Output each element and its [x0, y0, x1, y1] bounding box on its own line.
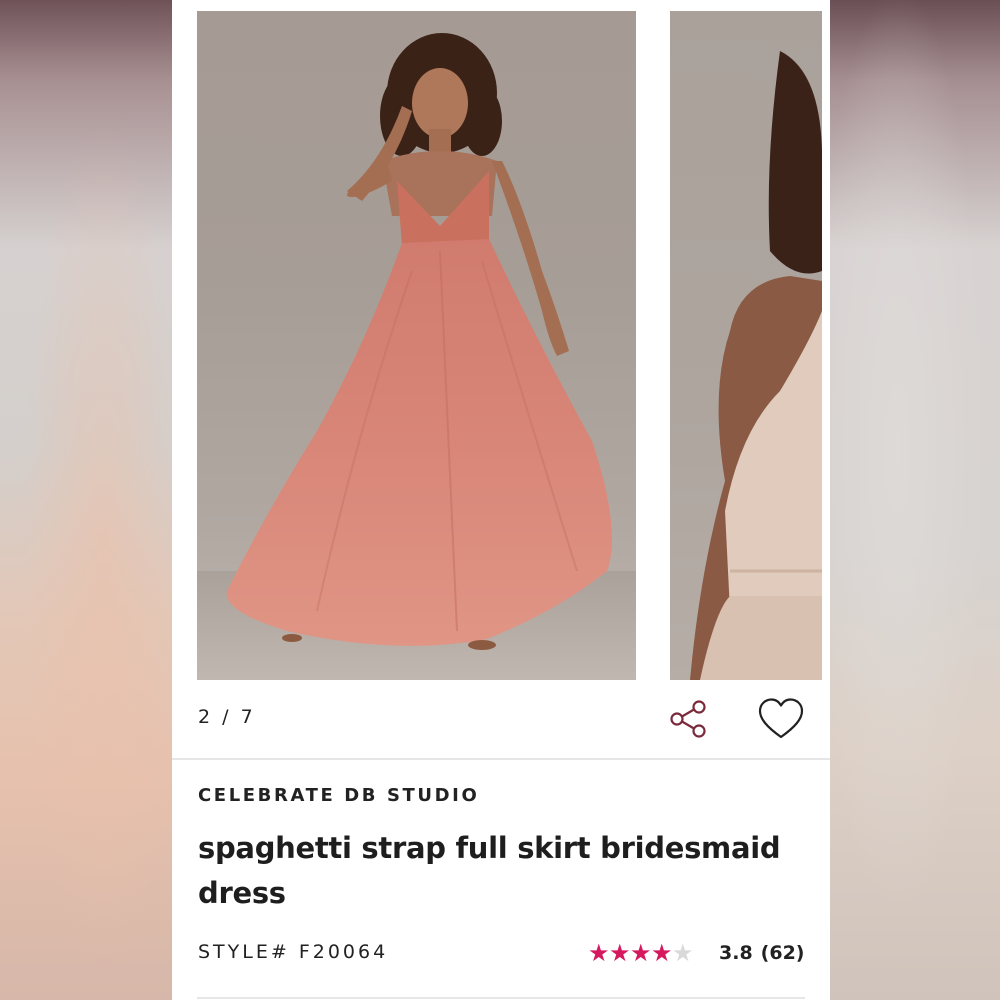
star-filled-icon: ★ — [609, 939, 631, 967]
brand-name[interactable]: CELEBRATE DB STUDIO — [198, 785, 479, 806]
bottom-divider — [197, 997, 805, 999]
rating-summary[interactable]: ★ ★ ★ ★ ★ 3.8 (62) — [588, 939, 804, 967]
product-title: spaghetti strap full skirt bridesmaid dr… — [198, 831, 781, 910]
star-filled-icon: ★ — [588, 939, 610, 967]
product-image-main[interactable] — [197, 11, 636, 680]
background-blur-right — [830, 0, 1000, 1000]
dress-illustration — [197, 33, 636, 680]
dress-back-illustration — [690, 51, 822, 680]
favorite-button[interactable] — [757, 695, 805, 743]
share-icon — [670, 700, 706, 738]
star-filled-icon: ★ — [630, 939, 652, 967]
image-counter: 2 / 7 — [198, 706, 256, 728]
gallery-controls: 2 / 7 — [172, 680, 830, 758]
rating-stars: ★ ★ ★ ★ ★ — [588, 939, 694, 967]
style-number: STYLE# F20064 — [198, 941, 389, 963]
rating-value: 3.8 — [719, 942, 753, 964]
star-filled-icon: ★ — [651, 939, 673, 967]
background-blur-left — [0, 0, 172, 1000]
review-count: (62) — [760, 942, 805, 964]
share-button[interactable] — [664, 695, 712, 743]
heart-icon — [758, 698, 804, 739]
product-page: 2 / 7 CELEBRATE DB STUDIO spaghetti stra… — [172, 0, 830, 1000]
star-empty-icon: ★ — [672, 939, 694, 967]
section-divider — [172, 758, 830, 760]
product-image-next[interactable] — [670, 11, 822, 680]
